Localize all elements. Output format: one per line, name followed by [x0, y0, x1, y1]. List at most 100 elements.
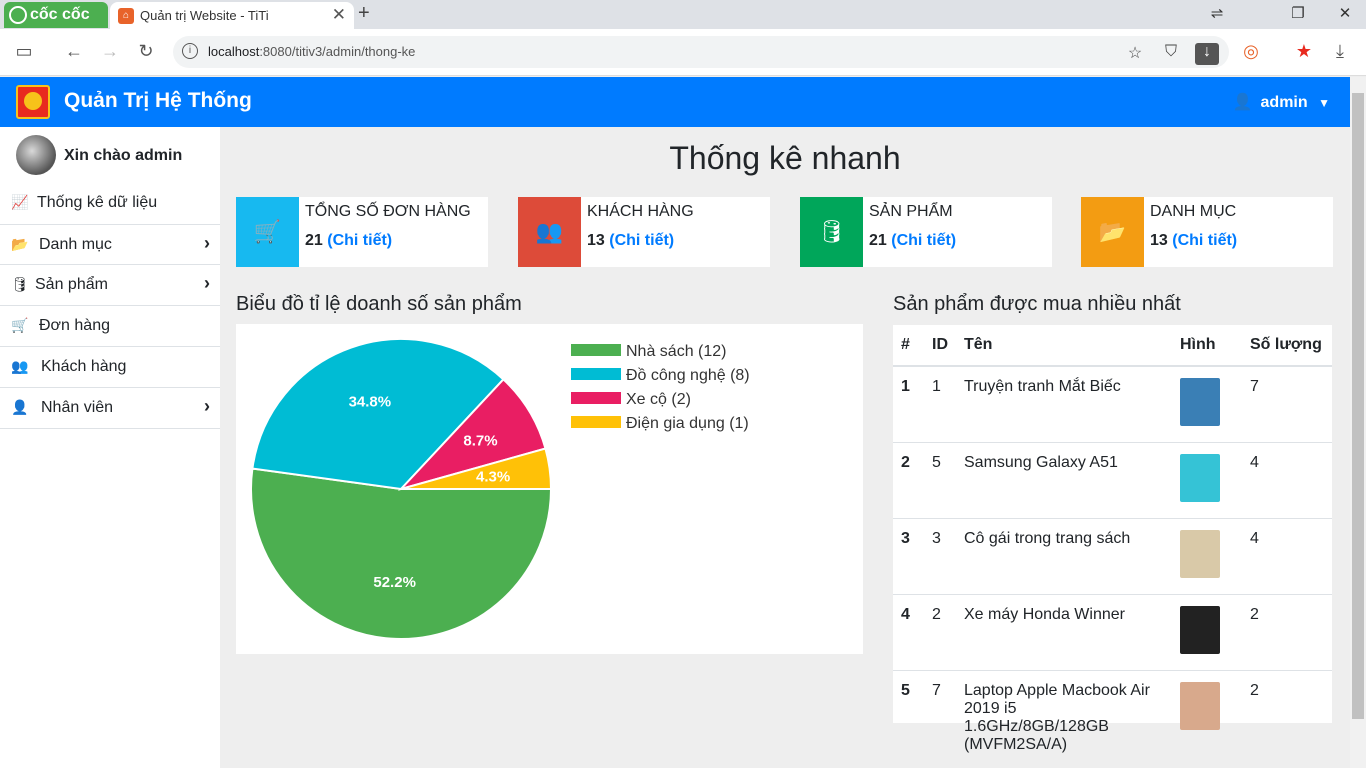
cell-rank: 4 — [893, 594, 924, 671]
stat-card-title: TỔNG SỐ ĐƠN HÀNG — [305, 203, 471, 220]
cell-quantity: 4 — [1242, 518, 1332, 595]
coccoc-logo[interactable]: cốc cốc — [4, 2, 108, 28]
legend-swatch-2[interactable] — [571, 392, 621, 404]
table-row: 4 2 Xe máy Honda Winner 2 — [893, 594, 1332, 671]
sidebar-item-don-hang[interactable]: 🛒 Đơn hàng — [0, 306, 220, 347]
brand-title[interactable]: Quản Trị Hệ Thống — [64, 89, 252, 113]
new-tab-icon[interactable]: + — [358, 2, 370, 25]
url-path: :8080/titiv3/admin/thong-ke — [259, 44, 416, 59]
sidebar-item-thong-ke[interactable]: 📈 Thống kê dữ liệu — [0, 183, 220, 224]
user-menu[interactable]: 👤 admin ▼ — [1233, 92, 1330, 112]
tab-close-icon[interactable]: ✕ — [332, 5, 346, 25]
pie-data-label-0: 52.2% — [373, 574, 416, 591]
chart-line-icon: 📈 — [11, 194, 29, 210]
stat-card-value: 13 (Chi tiết) — [587, 232, 674, 250]
chevron-right-icon: › — [204, 233, 210, 253]
legend-swatch-3[interactable] — [571, 416, 621, 428]
maximize-icon[interactable]: ❐ — [1283, 4, 1313, 22]
back-icon[interactable]: ← — [62, 41, 86, 62]
cell-image — [1172, 365, 1242, 443]
cart-plus-icon: 🛒 — [236, 197, 299, 267]
cell-id: 3 — [924, 518, 956, 595]
browser-tab[interactable]: ⌂ Quản trị Website - TiTi ✕ — [110, 2, 354, 29]
cell-name: Xe máy Honda Winner — [956, 594, 1172, 671]
col-header-image: Hình — [1172, 325, 1242, 367]
cell-name: Truyện tranh Mắt Biếc — [956, 365, 1172, 443]
table-row: 2 5 Samsung Galaxy A51 4 — [893, 442, 1332, 519]
detail-link[interactable]: (Chi tiết) — [891, 232, 956, 249]
sidebar-item-san-pham[interactable]: 🛢 Sản phẩm › — [0, 265, 220, 306]
sidebar-item-danh-muc[interactable]: 📂 Danh mục › — [0, 224, 220, 265]
sidebar-item-label: Sản phẩm — [35, 276, 108, 293]
chevron-right-icon: › — [204, 396, 210, 416]
database-icon: 🛢 — [11, 276, 29, 292]
cell-image — [1172, 442, 1242, 519]
sidebar-item-khach-hang[interactable]: 👥 Khách hàng — [0, 347, 220, 388]
stat-card-products: 🛢 SẢN PHẨM 21 (Chi tiết) — [800, 197, 1052, 267]
col-header-name: Tên — [956, 325, 1172, 367]
table-row: 5 7 Laptop Apple Macbook Air 2019 i5 1.6GH… — [893, 670, 1332, 765]
app-header: Quản Trị Hệ Thống 👤 admin ▼ — [0, 77, 1350, 127]
cell-quantity: 7 — [1242, 365, 1332, 443]
legend-label-2[interactable]: Xe cộ (2) — [626, 391, 691, 408]
col-header-id: ID — [924, 325, 956, 367]
cell-rank: 3 — [893, 518, 924, 595]
download-page-icon[interactable]: ↓ — [1195, 43, 1219, 65]
reload-icon[interactable]: ↻ — [134, 41, 158, 62]
user-tie-icon: 👤 — [11, 399, 29, 415]
stat-count: 13 — [1150, 232, 1168, 249]
brand-logo[interactable] — [16, 85, 50, 119]
cell-id: 2 — [924, 594, 956, 671]
user-name: admin — [1260, 94, 1308, 111]
sidebar-item-nhan-vien[interactable]: 👤 Nhân viên › — [0, 388, 220, 429]
users-icon: 👥 — [518, 197, 581, 267]
extension-icon[interactable]: ◎ — [1239, 41, 1263, 62]
site-info-icon[interactable]: i — [182, 43, 198, 59]
cell-id: 5 — [924, 442, 956, 519]
database-icon: 🛢 — [800, 197, 863, 267]
user-icon: 👤 — [1232, 94, 1253, 111]
legend-swatch-1[interactable] — [571, 368, 621, 380]
users-icon: 👥 — [11, 358, 29, 374]
cell-name: Laptop Apple Macbook Air 2019 i5 1.6GHz/… — [956, 670, 1172, 765]
cell-image — [1172, 594, 1242, 671]
cell-quantity: 2 — [1242, 670, 1332, 765]
stat-card-title: SẢN PHẨM — [869, 203, 953, 220]
page-scrollbar[interactable] — [1350, 77, 1366, 768]
cart-icon: 🛒 — [11, 317, 29, 333]
cell-rank: 2 — [893, 442, 924, 519]
bookmark-star-icon[interactable]: ☆ — [1123, 43, 1147, 65]
url-field[interactable]: i localhost:8080/titiv3/admin/thong-ke ☆… — [173, 36, 1229, 68]
col-header-rank: # — [893, 325, 924, 367]
table-header-row: # ID Tên Hình Số lượng — [893, 325, 1332, 367]
pie-slice-0[interactable] — [250, 467, 553, 640]
product-image — [1180, 682, 1220, 730]
brand-logo-mark — [24, 92, 42, 110]
cell-id: 7 — [924, 670, 956, 765]
pie-data-label-2: 8.7% — [463, 433, 497, 450]
stat-card-title: KHÁCH HÀNG — [587, 203, 694, 220]
sidebar-item-label: Khách hàng — [41, 358, 127, 375]
scrollbar-thumb[interactable] — [1352, 93, 1364, 719]
stat-card-categories: 📂 DANH MỤC 13 (Chi tiết) — [1081, 197, 1333, 267]
tab-favicon-icon: ⌂ — [118, 8, 134, 24]
sidebar-toggle-icon[interactable]: ▭ — [12, 41, 36, 62]
detail-link[interactable]: (Chi tiết) — [1172, 232, 1237, 249]
pie-data-label-3: 4.3% — [476, 468, 510, 485]
shield-icon[interactable]: ⛉ — [1159, 43, 1183, 65]
detail-link[interactable]: (Chi tiết) — [327, 232, 392, 249]
restore-tabs-icon[interactable]: ⇌ — [1202, 4, 1232, 22]
legend-label-0[interactable]: Nhà sách (12) — [626, 343, 727, 360]
cell-id: 1 — [924, 365, 956, 443]
cell-rank: 5 — [893, 670, 924, 765]
extension-star-icon[interactable]: ★ — [1292, 41, 1316, 62]
detail-link[interactable]: (Chi tiết) — [609, 232, 674, 249]
forward-icon[interactable]: → — [98, 41, 122, 62]
legend-swatch-0[interactable] — [571, 344, 621, 356]
sidebar-item-label: Danh mục — [39, 236, 112, 253]
legend-label-1[interactable]: Đồ công nghệ (8) — [626, 367, 750, 384]
legend-label-3[interactable]: Điện gia dụng (1) — [626, 415, 749, 432]
close-window-icon[interactable]: ✕ — [1330, 4, 1360, 22]
downloads-icon[interactable]: ⤓ — [1328, 41, 1352, 62]
cell-quantity: 4 — [1242, 442, 1332, 519]
